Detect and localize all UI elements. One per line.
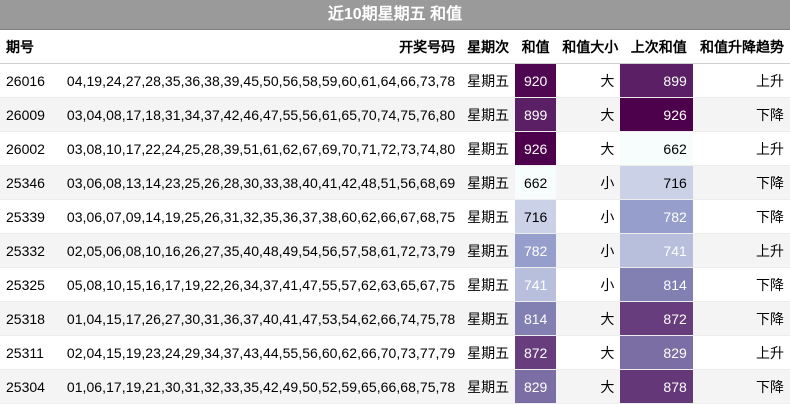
trend-cell: 下降 xyxy=(692,267,790,302)
size-cell: 小 xyxy=(556,267,621,302)
issue-cell: 26016 xyxy=(0,63,54,98)
sum-cell: 814 xyxy=(514,301,557,336)
header-prev-sum[interactable]: 上次和值 xyxy=(620,30,693,64)
header-sum[interactable]: 和值 xyxy=(514,30,557,64)
table-row: 25332 02,05,06,08,10,16,26,27,35,40,48,49… xyxy=(0,233,790,268)
sum-cell: 899 xyxy=(514,97,557,132)
issue-cell: 25332 xyxy=(0,233,54,268)
sum-cell: 926 xyxy=(514,131,557,166)
prev-sum-cell: 878 xyxy=(620,369,693,404)
prev-sum-cell: 814 xyxy=(620,267,693,302)
prev-sum-cell: 926 xyxy=(620,97,693,132)
issue-cell: 25318 xyxy=(0,301,54,336)
sum-cell: 920 xyxy=(514,63,557,98)
numbers-cell: 03,06,08,13,14,23,25,26,28,30,33,38,40,4… xyxy=(53,165,462,200)
table-row: 26009 03,04,08,17,18,31,34,37,42,46,47,55… xyxy=(0,97,790,132)
issue-cell: 26009 xyxy=(0,97,54,132)
header-row: 期号 开奖号码 星期次 和值 和值大小 上次和值 和值升降趋势 xyxy=(0,30,790,64)
size-cell: 小 xyxy=(556,199,621,234)
sum-cell: 782 xyxy=(514,233,557,268)
trend-cell: 下降 xyxy=(692,97,790,132)
trend-cell: 上升 xyxy=(692,63,790,98)
numbers-cell: 03,08,10,17,22,24,25,28,39,51,61,62,67,6… xyxy=(53,131,462,166)
trend-cell: 下降 xyxy=(692,165,790,200)
weekday-cell: 星期五 xyxy=(461,63,515,98)
trend-cell: 上升 xyxy=(692,335,790,370)
header-size[interactable]: 和值大小 xyxy=(556,30,621,64)
header-weekday[interactable]: 星期次 xyxy=(461,30,515,64)
table-row: 25325 05,08,10,15,16,17,19,22,26,34,37,41… xyxy=(0,267,790,302)
numbers-cell: 03,06,07,09,14,19,25,26,31,32,35,36,37,3… xyxy=(53,199,462,234)
issue-cell: 26002 xyxy=(0,131,54,166)
numbers-cell: 05,08,10,15,16,17,19,22,26,34,37,41,47,5… xyxy=(53,267,462,302)
table-row: 26002 03,08,10,17,22,24,25,28,39,51,61,62… xyxy=(0,131,790,166)
weekday-cell: 星期五 xyxy=(461,165,515,200)
table-row: 25346 03,06,08,13,14,23,25,26,28,30,33,38… xyxy=(0,165,790,200)
prev-sum-cell: 899 xyxy=(620,63,693,98)
prev-sum-cell: 872 xyxy=(620,301,693,336)
size-cell: 大 xyxy=(556,369,621,404)
weekday-cell: 星期五 xyxy=(461,369,515,404)
numbers-cell: 03,04,08,17,18,31,34,37,42,46,47,55,56,6… xyxy=(53,97,462,132)
table-row: 25304 01,06,17,19,21,30,31,32,33,35,42,49… xyxy=(0,369,790,404)
table-row: 25311 02,04,15,19,23,24,29,34,37,43,44,55… xyxy=(0,335,790,370)
sum-cell: 716 xyxy=(514,199,557,234)
sum-cell: 829 xyxy=(514,369,557,404)
numbers-cell: 02,04,15,19,23,24,29,34,37,43,44,55,56,6… xyxy=(53,335,462,370)
trend-cell: 下降 xyxy=(692,199,790,234)
prev-sum-cell: 782 xyxy=(620,199,693,234)
prev-sum-cell: 716 xyxy=(620,165,693,200)
header-trend[interactable]: 和值升降趋势 xyxy=(692,30,790,64)
issue-cell: 25311 xyxy=(0,335,54,370)
numbers-cell: 02,05,06,08,10,16,26,27,35,40,48,49,54,5… xyxy=(53,233,462,268)
trend-cell: 上升 xyxy=(692,233,790,268)
weekday-cell: 星期五 xyxy=(461,233,515,268)
issue-cell: 25304 xyxy=(0,369,54,404)
size-cell: 大 xyxy=(556,335,621,370)
numbers-cell: 01,06,17,19,21,30,31,32,33,35,42,49,50,5… xyxy=(53,369,462,404)
weekday-cell: 星期五 xyxy=(461,335,515,370)
weekday-cell: 星期五 xyxy=(461,301,515,336)
issue-cell: 25325 xyxy=(0,267,54,302)
sum-cell: 741 xyxy=(514,267,557,302)
table-title: 近10期星期五 和值 xyxy=(0,0,790,30)
prev-sum-cell: 741 xyxy=(620,233,693,268)
table-row: 25339 03,06,07,09,14,19,25,26,31,32,35,36… xyxy=(0,199,790,234)
trend-cell: 上升 xyxy=(692,131,790,166)
table-row: 25318 01,04,15,17,26,27,30,31,36,37,40,41… xyxy=(0,301,790,336)
trend-cell: 下降 xyxy=(692,369,790,404)
sum-cell: 872 xyxy=(514,335,557,370)
prev-sum-cell: 829 xyxy=(620,335,693,370)
weekday-cell: 星期五 xyxy=(461,131,515,166)
header-issue[interactable]: 期号 xyxy=(0,30,54,64)
issue-cell: 25346 xyxy=(0,165,54,200)
weekday-cell: 星期五 xyxy=(461,97,515,132)
size-cell: 大 xyxy=(556,97,621,132)
table-row: 26016 04,19,24,27,28,35,36,38,39,45,50,56… xyxy=(0,63,790,98)
numbers-cell: 01,04,15,17,26,27,30,31,36,37,40,41,47,5… xyxy=(53,301,462,336)
size-cell: 大 xyxy=(556,301,621,336)
header-numbers[interactable]: 开奖号码 xyxy=(53,30,462,64)
weekday-cell: 星期五 xyxy=(461,199,515,234)
size-cell: 大 xyxy=(556,131,621,166)
sum-cell: 662 xyxy=(514,165,557,200)
size-cell: 小 xyxy=(556,165,621,200)
numbers-cell: 04,19,24,27,28,35,36,38,39,45,50,56,58,5… xyxy=(53,63,462,98)
size-cell: 大 xyxy=(556,63,621,98)
draw-results-table: 期号 开奖号码 星期次 和值 和值大小 上次和值 和值升降趋势 26016 04,… xyxy=(0,30,790,404)
trend-cell: 下降 xyxy=(692,301,790,336)
prev-sum-cell: 662 xyxy=(620,131,693,166)
size-cell: 小 xyxy=(556,233,621,268)
weekday-cell: 星期五 xyxy=(461,267,515,302)
issue-cell: 25339 xyxy=(0,199,54,234)
